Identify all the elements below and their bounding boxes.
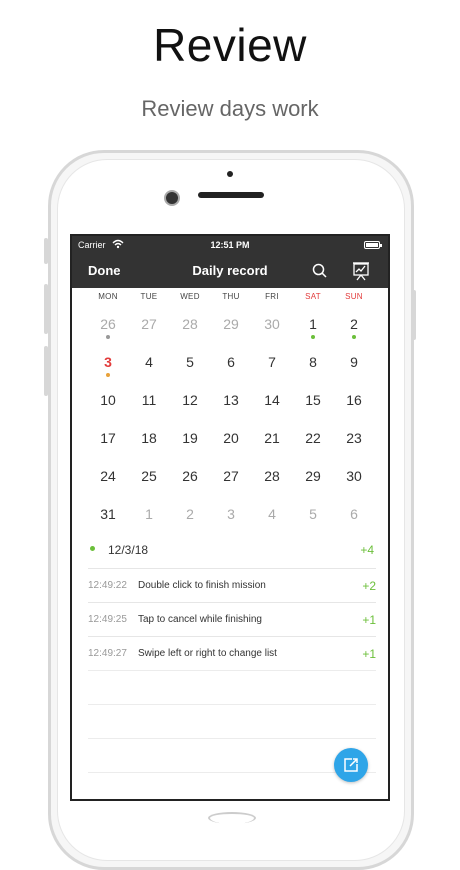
calendar-day[interactable]: 29: [293, 466, 333, 496]
phone-camera: [164, 190, 180, 206]
calendar-day[interactable]: 24: [88, 466, 128, 496]
record-row[interactable]: 12:49:25 Tap to cancel while finishing +…: [88, 602, 376, 637]
calendar-day[interactable]: 29: [211, 314, 251, 344]
calendar-day[interactable]: 15: [293, 390, 333, 420]
calendar-day[interactable]: 18: [129, 428, 169, 458]
battery-icon: [364, 241, 382, 249]
list-divider: [88, 670, 376, 671]
calendar-day[interactable]: 27: [129, 314, 169, 344]
phone-side-button: [44, 346, 48, 396]
calendar-day[interactable]: 10: [88, 390, 128, 420]
calendar-day[interactable]: 14: [252, 390, 292, 420]
calendar-day[interactable]: 5: [170, 352, 210, 382]
calendar-day[interactable]: 3: [211, 504, 251, 534]
calendar-day[interactable]: 11: [129, 390, 169, 420]
calendar-day[interactable]: 9: [334, 352, 374, 382]
calendar-day[interactable]: 26: [170, 466, 210, 496]
calendar-day[interactable]: 3: [88, 352, 128, 382]
calendar-day[interactable]: 1: [129, 504, 169, 534]
calendar-day[interactable]: 7: [252, 352, 292, 382]
record-text: Swipe left or right to change list: [138, 648, 277, 659]
phone-side-button: [412, 290, 416, 340]
calendar-day[interactable]: 5: [293, 504, 333, 534]
chart-icon[interactable]: [350, 260, 372, 282]
calendar-day[interactable]: 17: [88, 428, 128, 458]
calendar-day[interactable]: 2: [334, 314, 374, 344]
done-button[interactable]: Done: [88, 263, 121, 278]
calendar-day-dot: [352, 335, 356, 339]
record-header: 12/3/18 +4: [72, 536, 388, 568]
calendar-day[interactable]: 2: [170, 504, 210, 534]
phone-sensor: [227, 171, 233, 177]
list-divider: [88, 738, 376, 739]
promo-subtitle: Review days work: [141, 96, 319, 121]
calendar-day[interactable]: 26: [88, 314, 128, 344]
record-time: 12:49:22: [88, 580, 127, 591]
phone-speaker: [198, 192, 264, 198]
list-divider: [88, 772, 376, 773]
status-time: 12:51 PM: [210, 240, 250, 250]
record-text: Tap to cancel while finishing: [138, 614, 262, 625]
phone-side-button: [44, 284, 48, 334]
status-bar: Carrier 12:51 PM: [72, 236, 388, 254]
calendar-day[interactable]: 13: [211, 390, 251, 420]
record-time: 12:49:25: [88, 614, 127, 625]
calendar-day[interactable]: 20: [211, 428, 251, 458]
calendar-day[interactable]: 21: [252, 428, 292, 458]
promo-title: Review: [153, 19, 307, 71]
weekday-label: SAT: [305, 292, 321, 301]
calendar-day[interactable]: 28: [170, 314, 210, 344]
calendar-day[interactable]: 31: [88, 504, 128, 534]
record-points: +1: [362, 613, 376, 627]
calendar-day[interactable]: 22: [293, 428, 333, 458]
calendar-day[interactable]: 8: [293, 352, 333, 382]
record-time: 12:49:27: [88, 648, 127, 659]
calendar-day[interactable]: 4: [129, 352, 169, 382]
weekday-label: THU: [222, 292, 240, 301]
weekday-header: MON TUE WED THU FRI SAT SUN: [72, 292, 388, 306]
calendar-day[interactable]: 23: [334, 428, 374, 458]
calendar-day[interactable]: 4: [252, 504, 292, 534]
record-row[interactable]: 12:49:27 Swipe left or right to change l…: [88, 636, 376, 671]
calendar-day-dot: [106, 373, 110, 377]
share-icon: [344, 758, 358, 772]
calendar-day[interactable]: 12: [170, 390, 210, 420]
calendar-day[interactable]: 16: [334, 390, 374, 420]
phone-side-button: [44, 238, 48, 264]
calendar-day[interactable]: 25: [129, 466, 169, 496]
calendar-day[interactable]: 27: [211, 466, 251, 496]
app-screen: Carrier 12:51 PM Done Daily record MON T…: [70, 234, 390, 801]
home-button: [208, 812, 256, 824]
record-text: Double click to finish mission: [138, 580, 266, 591]
calendar-day[interactable]: 6: [334, 504, 374, 534]
nav-bar: Done Daily record: [72, 254, 388, 288]
calendar-day[interactable]: 30: [252, 314, 292, 344]
calendar-day[interactable]: 1: [293, 314, 333, 344]
weekday-label: FRI: [265, 292, 279, 301]
record-dot: [90, 546, 95, 551]
record-points: +1: [362, 647, 376, 661]
calendar-day[interactable]: 30: [334, 466, 374, 496]
share-button[interactable]: [334, 748, 368, 782]
search-icon[interactable]: [310, 261, 330, 281]
calendar-day-dot: [106, 335, 110, 339]
weekday-label: WED: [180, 292, 200, 301]
calendar-day-dot: [311, 335, 315, 339]
calendar-day[interactable]: 6: [211, 352, 251, 382]
calendar-day[interactable]: 28: [252, 466, 292, 496]
record-date: 12/3/18: [108, 543, 149, 557]
weekday-label: MON: [98, 292, 118, 301]
calendar-day[interactable]: 19: [170, 428, 210, 458]
weekday-label: TUE: [140, 292, 158, 301]
record-row[interactable]: 12:49:22 Double click to finish mission …: [88, 568, 376, 603]
record-points: +2: [362, 579, 376, 593]
record-total: +4: [360, 543, 374, 557]
weekday-label: SUN: [345, 292, 363, 301]
list-divider: [88, 704, 376, 705]
